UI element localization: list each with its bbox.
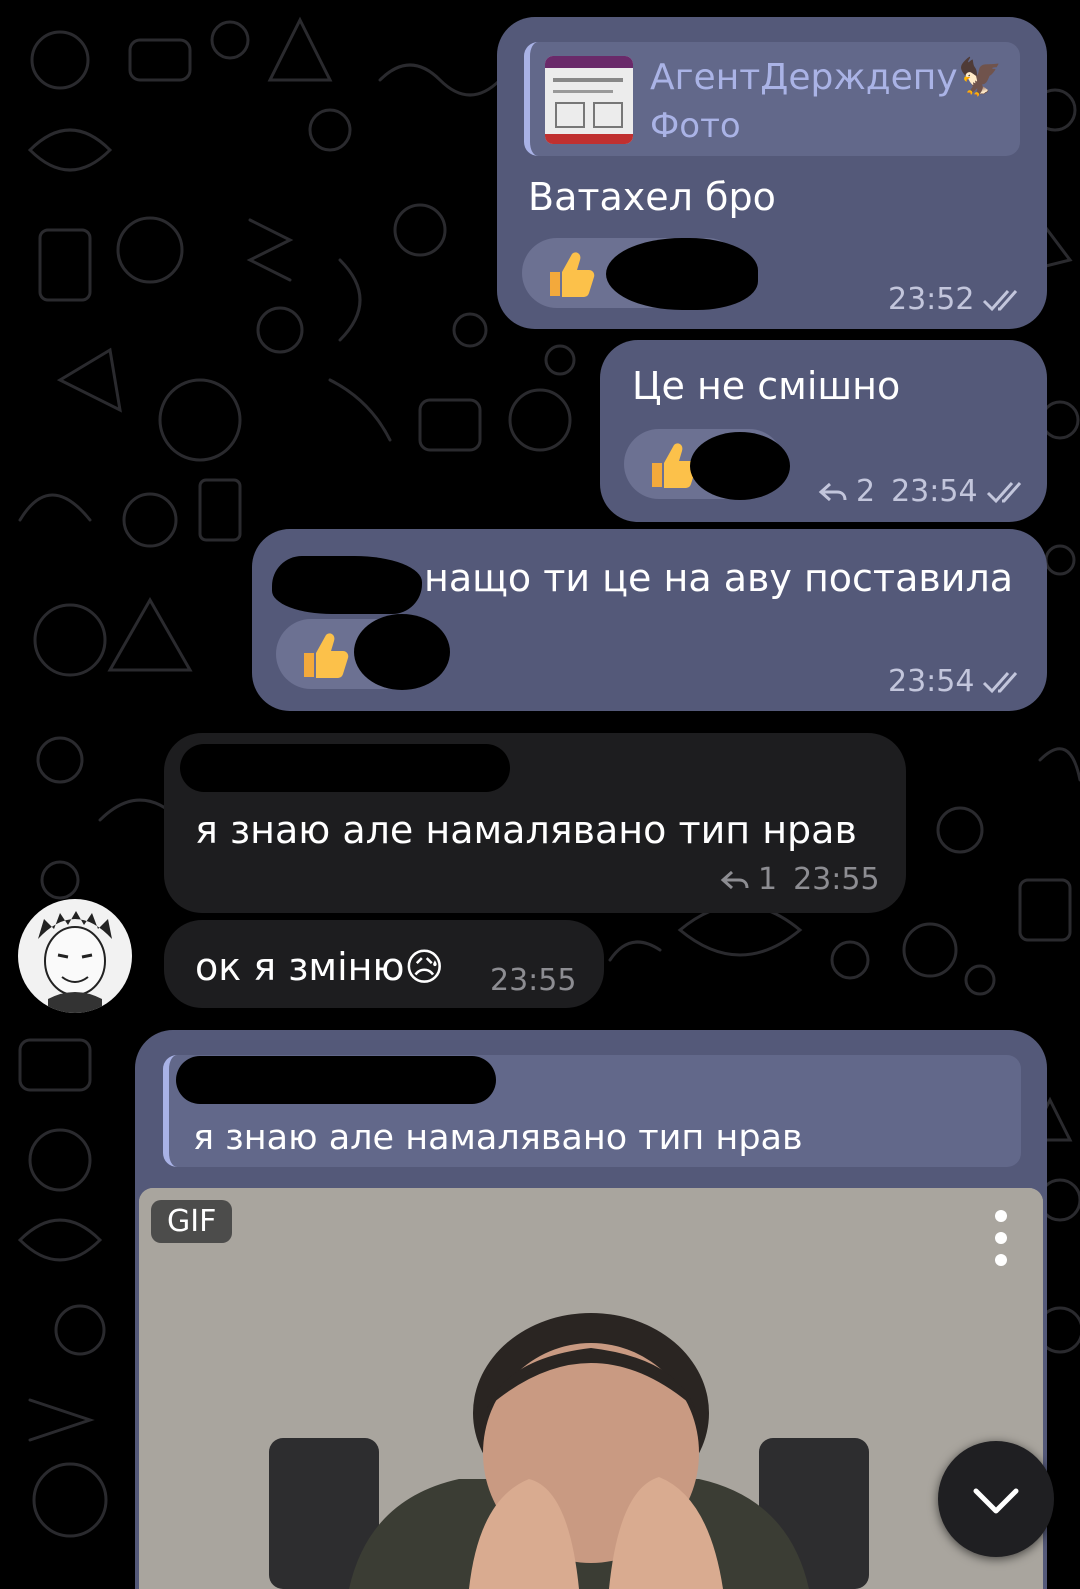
message-meta: 1 23:55 xyxy=(720,862,880,897)
chevron-down-icon xyxy=(973,1488,1019,1514)
double-check-icon xyxy=(986,481,1021,503)
redacted-avatar xyxy=(354,614,450,690)
scroll-down-button[interactable] xyxy=(938,1441,1054,1557)
message-time: 23:54 xyxy=(888,664,975,699)
gif-media[interactable]: GIF xyxy=(139,1188,1043,1589)
message-time: 23:55 xyxy=(793,862,880,897)
message-time: 23:52 xyxy=(888,282,975,317)
message-meta: 2 23:54 xyxy=(818,474,1032,509)
gif-frame xyxy=(139,1188,1043,1589)
forward-media-label: Фото xyxy=(650,106,741,146)
message-meta: 23:55 xyxy=(490,963,576,998)
thumbs-up-icon xyxy=(304,633,349,678)
redacted-quote-author xyxy=(176,1056,496,1104)
quote-text: я знаю але намалявано тип нрав xyxy=(193,1118,803,1158)
more-vertical-icon[interactable] xyxy=(991,1210,1011,1270)
redacted-avatar xyxy=(690,432,790,500)
message-text: Це не смішно xyxy=(632,364,901,408)
message-time: 23:54 xyxy=(891,474,978,509)
redacted-avatar xyxy=(606,238,758,310)
gif-badge: GIF xyxy=(151,1200,233,1243)
reply-arrow-icon xyxy=(720,870,749,889)
message-meta: 23:54 xyxy=(888,664,1028,699)
reply-count[interactable]: 1 xyxy=(758,862,777,897)
message-text: ок я зміню😥 xyxy=(195,945,445,989)
message-text: я знаю але намалявано тип нрав xyxy=(195,808,857,852)
double-check-icon xyxy=(983,671,1018,693)
forward-author[interactable]: АгентДерждепу🦅 xyxy=(650,56,1002,98)
message-text: нащо ти це на аву поставила xyxy=(424,556,1014,600)
redacted-sender-name xyxy=(180,744,510,792)
avatar-drawing xyxy=(38,911,112,1013)
message-meta: 23:52 xyxy=(888,282,1028,317)
forward-thumbnail xyxy=(545,56,633,144)
reply-arrow-icon xyxy=(818,482,847,501)
thumbs-up-icon xyxy=(550,252,595,297)
message-time: 23:55 xyxy=(490,963,577,998)
message-text: Ватахел бро xyxy=(528,175,776,219)
double-check-icon xyxy=(983,289,1018,311)
avatar[interactable] xyxy=(18,899,132,1013)
redacted-mention xyxy=(272,556,422,614)
reply-count[interactable]: 2 xyxy=(856,474,875,509)
